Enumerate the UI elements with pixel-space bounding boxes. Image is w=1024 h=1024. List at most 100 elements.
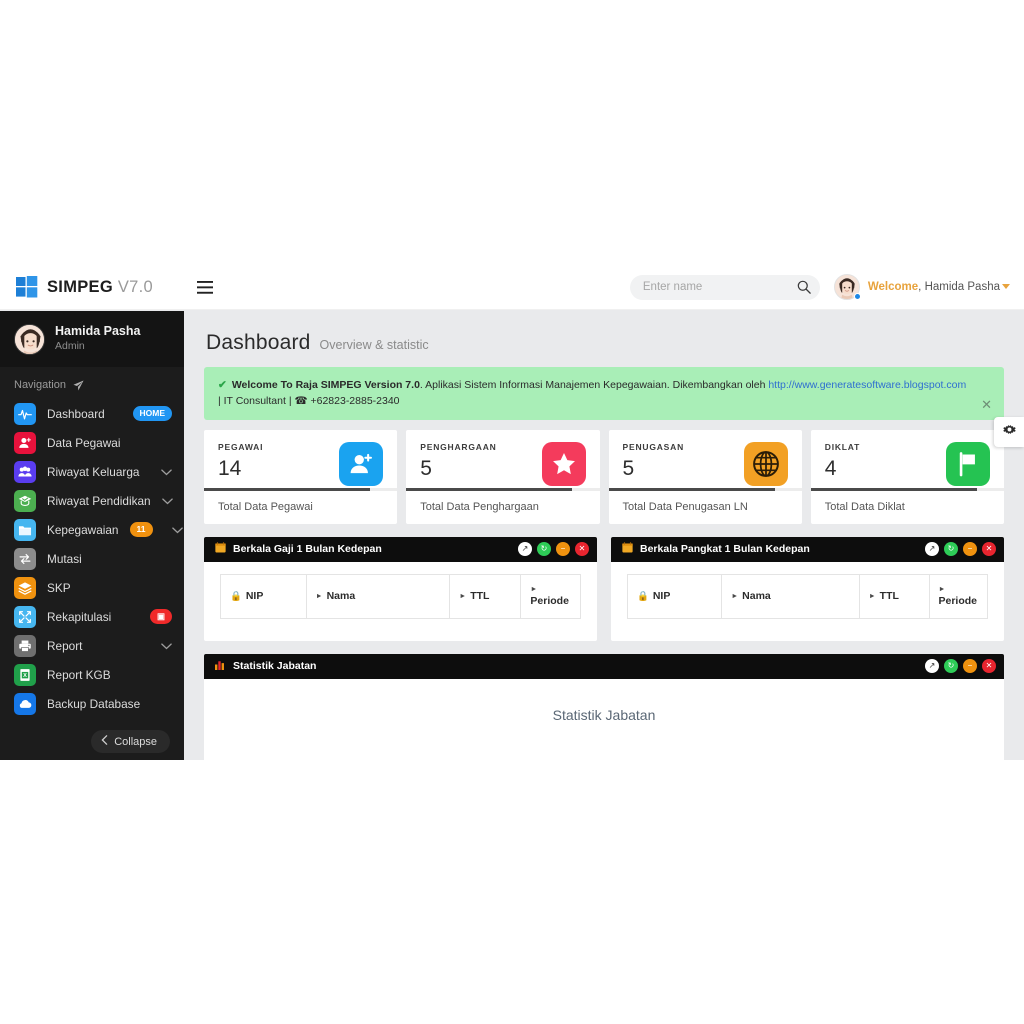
panel-close-button[interactable]: ✕ [575, 542, 589, 557]
panel-expand-button[interactable]: ↗ [925, 542, 939, 557]
chevron-down-icon[interactable] [171, 521, 183, 539]
stat-card[interactable]: PEGAWAI 14 Total Data Pegawai [204, 429, 398, 524]
gear-icon [1002, 422, 1017, 442]
svg-text:X: X [23, 672, 27, 678]
sort-icon: ► [731, 592, 739, 600]
welcome-separator: , [918, 281, 922, 293]
sidebar-item-dashboard[interactable]: Dashboard HOME [0, 399, 184, 428]
table-header-cell[interactable]: ► Nama [722, 574, 860, 618]
alert-link[interactable]: http://www.generatesoftware.blogspot.com [768, 379, 966, 391]
chevron-down-icon[interactable] [1002, 284, 1010, 289]
chevron-down-icon[interactable] [161, 637, 172, 655]
page-subtitle: Overview & statistic [319, 338, 429, 352]
graduation-icon [14, 489, 36, 512]
avatar [14, 323, 45, 355]
panel-reload-button[interactable]: ↻ [944, 542, 958, 557]
sidebar-item-kepegawaian[interactable]: Kepegawaian 11 [0, 515, 184, 544]
table-header-cell[interactable]: ► Periode [521, 575, 580, 618]
sort-icon: ► [938, 585, 946, 593]
panel-row: Berkala Gaji 1 Bulan Kedepan ↗ ↻ − ✕ 🔒 NIP ► Nam… [204, 536, 1004, 641]
panel-reload-button[interactable]: ↻ [537, 542, 551, 557]
brand-logo[interactable]: SIMPEG V7.0 [0, 265, 184, 310]
printer-icon [14, 634, 36, 657]
table-header-cell[interactable]: ► TTL [450, 574, 522, 618]
panel-close-button[interactable]: ✕ [982, 542, 996, 557]
sidebar-item-report[interactable]: Report [0, 631, 184, 660]
stat-card-footer: Total Data Pegawai [218, 500, 313, 513]
search-box[interactable] [629, 274, 820, 300]
sort-icon: ► [459, 592, 467, 600]
user-add-icon [14, 431, 36, 454]
sidebar-profile[interactable]: Hamida Pasha Admin [0, 311, 184, 367]
sidebar-item-data-pegawai[interactable]: Data Pegawai [0, 428, 184, 457]
data-panel: Berkala Gaji 1 Bulan Kedepan ↗ ↻ − ✕ 🔒 NIP ► Nam… [204, 536, 597, 641]
alert-text-2: | IT Consultant | [218, 395, 295, 408]
main-content: Dashboard Overview & statistic ✔ Welcome … [184, 311, 1024, 760]
stat-card-value: 5 [622, 456, 635, 480]
welcome-alert: ✔ Welcome To Raja SIMPEG Version 7.0. Apl… [204, 367, 1004, 420]
sidebar-item-riwayat-keluarga[interactable]: Riwayat Keluarga [0, 457, 184, 486]
stat-card-top: PENUGASAN 5 [609, 430, 802, 488]
page-title: Dashboard [206, 331, 311, 354]
panel-minimize-button[interactable]: − [556, 542, 570, 557]
panel-header: Berkala Gaji 1 Bulan Kedepan ↗ ↻ − ✕ [204, 536, 597, 562]
search-input[interactable] [642, 281, 797, 293]
stat-card-value: 5 [420, 456, 432, 480]
panel-expand-button[interactable]: ↗ [518, 542, 532, 557]
panel-minimize-button[interactable]: − [963, 659, 977, 674]
compress-icon [14, 605, 36, 628]
table-header-cell[interactable]: ► Nama [307, 574, 451, 618]
table-header-label: Periode [938, 594, 978, 607]
stat-card[interactable]: DIKLAT 4 Total Data Diklat [810, 429, 1004, 524]
sort-icon: ► [315, 592, 323, 600]
table-header-label: NIP [652, 590, 671, 603]
close-icon[interactable]: ✕ [981, 398, 992, 411]
panel-minimize-button[interactable]: − [963, 542, 977, 557]
sidebar-item-label: Report KGB [47, 667, 111, 682]
chevron-down-icon[interactable] [161, 463, 172, 481]
stat-card-row: PEGAWAI 14 Total Data Pegawai PENGHARGAAN 5 T… [204, 429, 1004, 524]
table-header-cell[interactable]: ► Periode [930, 575, 988, 618]
calendar-icon [215, 540, 226, 558]
settings-button[interactable] [994, 417, 1024, 447]
sidebar-item-label: SKP [47, 580, 71, 595]
sidebar-item-backup-database[interactable]: Backup Database [0, 689, 184, 718]
user-menu[interactable]: Welcome, Hamida Pasha [833, 274, 1010, 300]
sidebar-item-riwayat-pendidikan[interactable]: Riwayat Pendidikan [0, 486, 184, 515]
table-header-cell[interactable]: 🔒 NIP [628, 574, 723, 618]
sidebar-profile-role: Admin [55, 339, 85, 352]
chevron-left-icon [101, 735, 108, 748]
bar-chart-icon [215, 657, 226, 675]
panel-tools: ↗ ↻ − ✕ [925, 659, 996, 674]
panel-body: 🔒 NIP ► Nama ► TTL ► Periode [611, 562, 1004, 641]
chevron-down-icon[interactable] [161, 492, 173, 510]
menu-toggle-button[interactable] [184, 265, 226, 310]
sidebar-item-badge: 11 [129, 522, 153, 537]
stat-card-top: PEGAWAI 14 [204, 430, 397, 488]
sidebar-profile-name: Hamida Pasha [55, 324, 141, 339]
table-header-cell[interactable]: ► TTL [860, 574, 930, 618]
stat-card[interactable]: PENGHARGAAN 5 Total Data Penghargaan [406, 429, 600, 524]
brand-title: SIMPEG V7.0 [47, 278, 153, 297]
alert-bold-text: Welcome To Raja SIMPEG Version 7.0 [231, 379, 420, 391]
collapse-button[interactable]: Collapse [91, 730, 170, 753]
sidebar-item-skp[interactable]: SKP [0, 573, 184, 602]
sidebar-item-label: Mutasi [47, 551, 82, 566]
table-header-cell[interactable]: 🔒 NIP [221, 574, 307, 618]
sidebar-item-mutasi[interactable]: Mutasi [0, 544, 184, 573]
app-window: SIMPEG V7.0 Enter name Welcome, Hamida P… [0, 265, 1024, 760]
panel-reload-button[interactable]: ↻ [944, 659, 958, 674]
stat-card[interactable]: PENUGASAN 5 Total Data Penugasan LN [608, 429, 802, 524]
panel-expand-button[interactable]: ↗ [925, 659, 939, 674]
stat-card-footer: Total Data Penghargaan [420, 500, 539, 513]
sidebar-item-report-kgb[interactable]: X Report KGB [0, 660, 184, 689]
panel-close-button[interactable]: ✕ [982, 659, 996, 674]
table-header-label: Nama [742, 590, 771, 603]
stat-card-label: PEGAWAI [218, 441, 264, 452]
sidebar-item-label: Kepegawaian [47, 522, 119, 537]
panel-title: Statistik Jabatan [233, 660, 317, 673]
table-header-label: NIP [245, 590, 264, 603]
sidebar-item-rekapitulasi[interactable]: Rekapitulasi ▣ [0, 602, 184, 631]
chart-area: Statistik Jabatan [204, 679, 1004, 760]
search-icon[interactable] [797, 280, 811, 294]
